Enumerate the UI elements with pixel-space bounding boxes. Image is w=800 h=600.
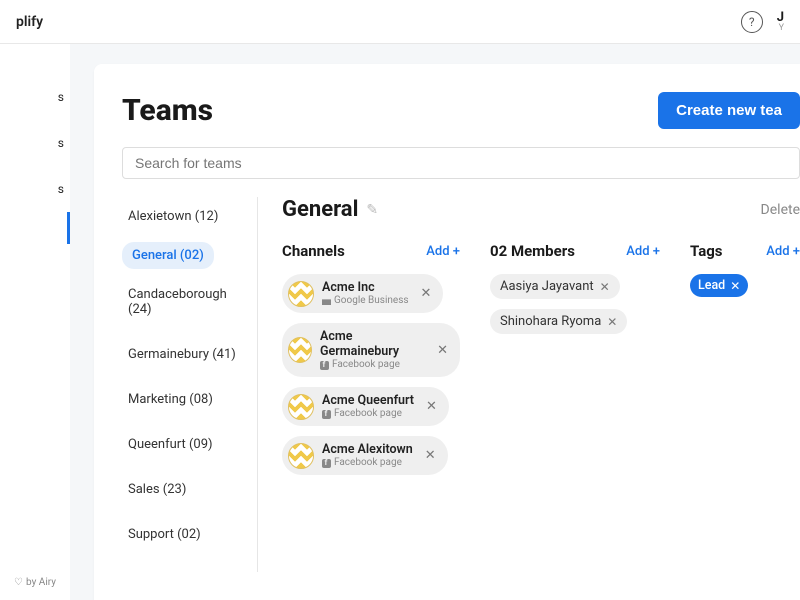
channels-column: Channels Add + Acme Inc Google Business — [282, 242, 460, 485]
team-item-queenfurt[interactable]: Queenfurt (09) — [122, 425, 249, 464]
user-menu[interactable]: J Y — [777, 11, 784, 33]
topbar: plify ? J Y — [0, 0, 800, 44]
member-name: Aasiya Jayavant — [500, 279, 594, 294]
facebook-icon — [322, 459, 331, 468]
page-title: Teams — [122, 93, 213, 128]
team-item-marketing[interactable]: Marketing (08) — [122, 380, 249, 419]
remove-tag-icon[interactable]: ✕ — [730, 279, 740, 293]
google-business-icon — [322, 297, 331, 305]
detail-title: General — [282, 197, 358, 222]
edit-icon[interactable]: ✎ — [366, 202, 378, 218]
remove-member-icon[interactable]: ✕ — [600, 280, 610, 294]
channel-avatar-icon — [288, 281, 314, 307]
add-channel-link[interactable]: Add + — [426, 244, 460, 259]
channel-avatar-icon — [288, 443, 314, 469]
detail-header: General ✎ Delete — [282, 197, 800, 222]
columns: Channels Add + Acme Inc Google Business — [282, 242, 800, 485]
channel-chip: Acme Alexitown Facebook page ✕ — [282, 436, 448, 475]
heart-icon: ♡ — [14, 577, 23, 588]
remove-channel-icon[interactable]: ✕ — [433, 343, 452, 358]
topbar-right: ? J Y — [741, 11, 784, 33]
members-header: 02 Members Add + — [490, 242, 660, 260]
team-item-candaceborough[interactable]: Candaceborough (24) — [122, 275, 249, 329]
member-name: Shinohara Ryoma — [500, 314, 601, 329]
channel-name: Acme Germainebury — [320, 329, 425, 359]
team-item-support[interactable]: Support (02) — [122, 515, 249, 554]
detail-title-wrap: General ✎ — [282, 197, 378, 222]
team-detail: General ✎ Delete Channels Add + — [258, 197, 800, 572]
tag-pill: Lead ✕ — [690, 274, 748, 297]
nav-item-0[interactable]: s — [0, 74, 70, 120]
channel-avatar-icon — [288, 394, 314, 420]
team-item-germainebury[interactable]: Germainebury (41) — [122, 335, 249, 374]
tag-name: Lead — [698, 278, 725, 293]
remove-channel-icon[interactable]: ✕ — [422, 399, 441, 414]
channel-avatar-icon — [288, 337, 312, 363]
tags-title: Tags — [690, 242, 723, 260]
channel-name: Acme Alexitown — [322, 442, 413, 457]
members-title: 02 Members — [490, 242, 575, 260]
team-list: Alexietown (12) General (02) Candaceboro… — [122, 197, 258, 572]
help-icon[interactable]: ? — [741, 11, 763, 33]
team-item-alexietown[interactable]: Alexietown (12) — [122, 197, 249, 236]
tags-header: Tags Add + — [690, 242, 800, 260]
left-nav: s s s ♡ by Airy — [0, 44, 70, 600]
facebook-icon — [322, 410, 331, 419]
members-column: 02 Members Add + Aasiya Jayavant ✕ — [490, 242, 660, 485]
channel-chip: Acme Germainebury Facebook page ✕ — [282, 323, 460, 377]
channel-chip: Acme Queenfurt Facebook page ✕ — [282, 387, 449, 426]
add-member-link[interactable]: Add + — [626, 244, 660, 259]
footer-credit: ♡ by Airy — [0, 577, 70, 588]
member-pill: Aasiya Jayavant ✕ — [490, 274, 620, 299]
team-item-sales[interactable]: Sales (23) — [122, 470, 249, 509]
delete-team-link[interactable]: Delete — [761, 202, 800, 218]
add-tag-link[interactable]: Add + — [766, 244, 800, 259]
channel-name: Acme Queenfurt — [322, 393, 414, 408]
remove-channel-icon[interactable]: ✕ — [421, 448, 440, 463]
channels-header: Channels Add + — [282, 242, 460, 260]
remove-member-icon[interactable]: ✕ — [607, 315, 617, 329]
main: Teams Create new tea Alexietown (12) Gen… — [70, 44, 800, 600]
panel: Teams Create new tea Alexietown (12) Gen… — [94, 64, 800, 600]
panel-header: Teams Create new tea — [122, 92, 800, 129]
remove-channel-icon[interactable]: ✕ — [417, 286, 436, 301]
layout: s s s ♡ by Airy Teams Create new tea Ale… — [0, 44, 800, 600]
content: Alexietown (12) General (02) Candaceboro… — [122, 197, 800, 572]
search-input[interactable] — [122, 147, 800, 179]
nav-item-3[interactable] — [0, 212, 70, 244]
brand: plify — [16, 14, 43, 30]
tags-column: Tags Add + Lead ✕ — [690, 242, 800, 485]
channel-name: Acme Inc — [322, 280, 409, 295]
facebook-icon — [320, 361, 329, 370]
member-pill: Shinohara Ryoma ✕ — [490, 309, 627, 334]
create-team-button[interactable]: Create new tea — [658, 92, 800, 129]
channel-chip: Acme Inc Google Business ✕ — [282, 274, 443, 313]
nav-item-1[interactable]: s — [0, 120, 70, 166]
nav-item-2[interactable]: s — [0, 166, 70, 212]
team-item-general[interactable]: General (02) — [122, 242, 214, 269]
channels-title: Channels — [282, 242, 345, 260]
